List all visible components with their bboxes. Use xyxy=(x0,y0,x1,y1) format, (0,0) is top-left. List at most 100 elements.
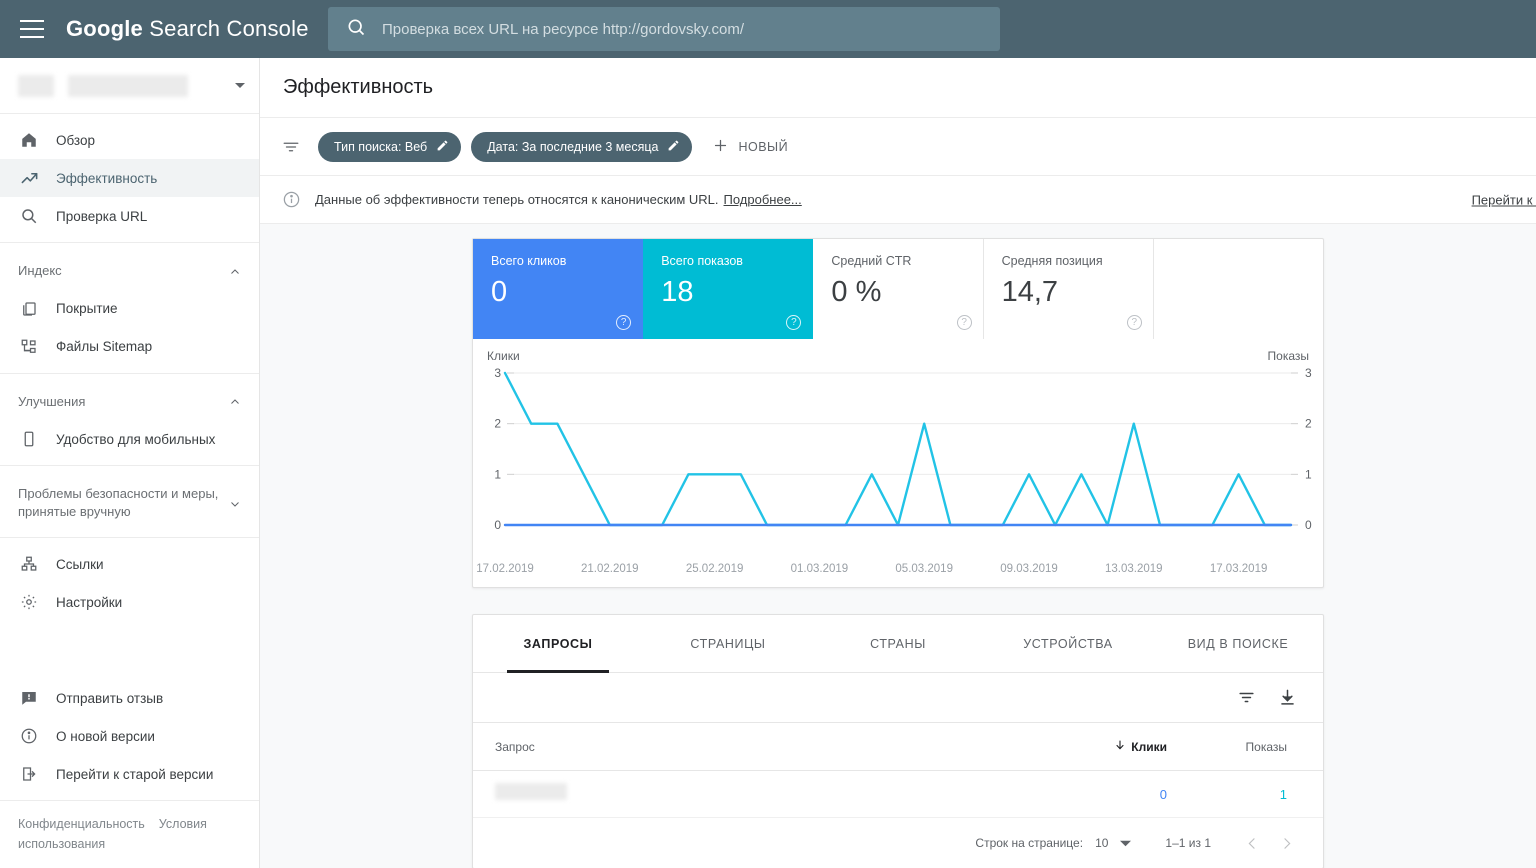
privacy-link[interactable]: Конфиденциальность xyxy=(18,817,145,831)
sidebar-section-enhancements[interactable]: Улучшения xyxy=(0,381,259,421)
sidebar-item-links[interactable]: Ссылки xyxy=(0,545,259,583)
brand-search-console: Search Console xyxy=(149,16,309,41)
column-header-impressions[interactable]: Показы xyxy=(1167,740,1287,754)
add-filter-label: НОВЫЙ xyxy=(738,139,789,154)
property-selector[interactable] xyxy=(0,58,259,114)
pencil-icon xyxy=(667,139,680,155)
x-axis-tick-label: 13.03.2019 xyxy=(1105,563,1163,575)
tab-label: ВИД В ПОИСКЕ xyxy=(1187,636,1289,651)
metric-average-position[interactable]: Средняя позиция 14,7 ? xyxy=(984,239,1154,339)
url-inspection-search[interactable] xyxy=(328,7,1000,51)
go-to-old-version-link[interactable]: Перейти к старо xyxy=(1472,192,1536,207)
chevron-down-icon xyxy=(229,497,241,509)
column-header-query[interactable]: Запрос xyxy=(473,740,1047,754)
sitemap-icon xyxy=(18,336,40,358)
svg-text:1: 1 xyxy=(494,467,501,481)
mobile-icon xyxy=(18,428,40,450)
chip-label: Дата: За последние 3 месяца xyxy=(487,139,659,154)
search-icon xyxy=(346,17,366,42)
brand-google: Google xyxy=(66,16,143,41)
tab-countries[interactable]: СТРАНЫ xyxy=(813,615,983,672)
help-icon[interactable]: ? xyxy=(786,315,802,330)
chevron-down-icon xyxy=(235,83,245,88)
sidebar-item-about-new-version[interactable]: О новой версии xyxy=(0,717,259,755)
chevron-up-icon xyxy=(229,395,241,407)
sidebar-item-overview[interactable]: Обзор xyxy=(0,121,259,159)
help-icon[interactable]: ? xyxy=(1126,315,1142,330)
metric-average-ctr[interactable]: Средний CTR 0 % ? xyxy=(813,239,984,339)
download-icon[interactable] xyxy=(1278,688,1297,707)
help-icon[interactable]: ? xyxy=(956,315,972,330)
dimension-tabs: ЗАПРОСЫ СТРАНИЦЫ СТРАНЫ УСТРОЙСТВА ВИД В… xyxy=(473,615,1323,673)
sidebar-item-go-to-old-version[interactable]: Перейти к старой версии xyxy=(0,755,259,793)
svg-text:3: 3 xyxy=(494,366,501,380)
sidebar-item-label: Файлы Sitemap xyxy=(56,339,153,355)
column-header-clicks[interactable]: Клики xyxy=(1047,739,1167,754)
filter-icon[interactable] xyxy=(282,138,300,156)
sidebar-item-label: Покрытие xyxy=(56,301,118,317)
rows-per-page-value: 10 xyxy=(1095,836,1109,850)
sidebar-section-security[interactable]: Проблемы безопасности и меры, принятые в… xyxy=(0,473,259,530)
chevron-right-icon[interactable] xyxy=(1269,836,1303,851)
property-url-redacted xyxy=(68,74,188,97)
sidebar-item-settings[interactable]: Настройки xyxy=(0,583,259,621)
property-name-redacted xyxy=(18,74,54,97)
chip-date-range[interactable]: Дата: За последние 3 месяца xyxy=(471,131,693,162)
hamburger-icon[interactable] xyxy=(20,20,44,38)
search-input[interactable] xyxy=(382,9,1000,49)
plus-icon xyxy=(712,137,729,157)
x-axis-tick-label: 17.03.2019 xyxy=(1209,563,1268,575)
tab-devices[interactable]: УСТРОЙСТВА xyxy=(983,615,1153,672)
sidebar-section-index[interactable]: Индекс xyxy=(0,250,259,290)
caret-down-icon xyxy=(1120,838,1132,849)
sidebar-item-label: Перейти к старой версии xyxy=(56,766,214,782)
notice-learn-more-link[interactable]: Подробнее... xyxy=(724,192,802,207)
metric-value: 18 xyxy=(661,276,694,308)
tab-queries[interactable]: ЗАПРОСЫ xyxy=(473,615,643,673)
tab-pages[interactable]: СТРАНИЦЫ xyxy=(643,615,813,672)
tab-search-appearance[interactable]: ВИД В ПОИСКЕ xyxy=(1153,615,1323,672)
chevron-left-icon[interactable] xyxy=(1235,836,1269,851)
metric-value: 14,7 xyxy=(1001,276,1059,308)
sidebar-section-label: Улучшения xyxy=(18,393,86,409)
performance-content: Всего кликов 0 ? Всего показов 18 ? Сред… xyxy=(260,224,1536,868)
sidebar-section-label: Индекс xyxy=(18,263,62,278)
metric-label: Всего кликов xyxy=(491,254,567,268)
sidebar-item-label: О новой версии xyxy=(56,728,155,744)
nav-group-other: Ссылки Настройки xyxy=(0,538,259,628)
sidebar-item-label: Удобство для мобильных xyxy=(56,431,216,447)
sidebar-footer: Конфиденциальность Условия использования xyxy=(0,800,259,868)
add-filter-button[interactable]: НОВЫЙ xyxy=(712,137,788,157)
table-row[interactable]: 0 1 xyxy=(473,771,1323,818)
chip-search-type[interactable]: Тип поиска: Веб xyxy=(318,131,462,162)
help-icon[interactable]: ? xyxy=(616,315,632,330)
links-icon xyxy=(18,553,40,575)
metric-label: Всего показов xyxy=(661,254,743,268)
y-axis-label-clicks: Клики xyxy=(487,349,520,363)
sidebar-item-url-inspection[interactable]: Проверка URL xyxy=(0,197,259,235)
rows-per-page-select[interactable]: 10 xyxy=(1095,836,1132,850)
sidebar-item-label: Настройки xyxy=(56,594,123,610)
sidebar-item-send-feedback[interactable]: Отправить отзыв xyxy=(0,679,259,717)
svg-text:2: 2 xyxy=(494,417,501,431)
svg-text:3: 3 xyxy=(1305,366,1312,380)
nav-group-index: Индекс Покрытие Файлы Sitemap xyxy=(0,243,259,374)
nav-group-enhancements: Улучшения Удобство для мобильных xyxy=(0,374,259,467)
table-filter-button[interactable] xyxy=(1237,688,1256,707)
metric-total-impressions[interactable]: Всего показов 18 ? xyxy=(643,239,814,339)
sidebar-item-performance[interactable]: Эффективность xyxy=(0,159,259,197)
table-header-row: Запрос Клики Показы xyxy=(473,723,1323,771)
x-axis-tick-label: 17.02.2019 xyxy=(476,563,534,575)
main-content: Эффективность Тип поиска: Веб Дата: За п… xyxy=(260,58,1536,868)
exit-icon xyxy=(18,763,40,785)
gear-icon xyxy=(18,591,40,613)
sidebar-item-coverage[interactable]: Покрытие xyxy=(0,290,259,328)
pages-icon xyxy=(18,298,40,320)
sidebar-item-sitemaps[interactable]: Файлы Sitemap xyxy=(0,328,259,366)
home-icon xyxy=(18,129,40,151)
chip-label: Тип поиска: Веб xyxy=(334,139,428,154)
metric-total-clicks[interactable]: Всего кликов 0 ? xyxy=(473,239,644,339)
svg-text:2: 2 xyxy=(1305,417,1312,431)
sidebar-item-mobile-usability[interactable]: Удобство для мобильных xyxy=(0,420,259,458)
metric-label: Средняя позиция xyxy=(1001,254,1103,268)
